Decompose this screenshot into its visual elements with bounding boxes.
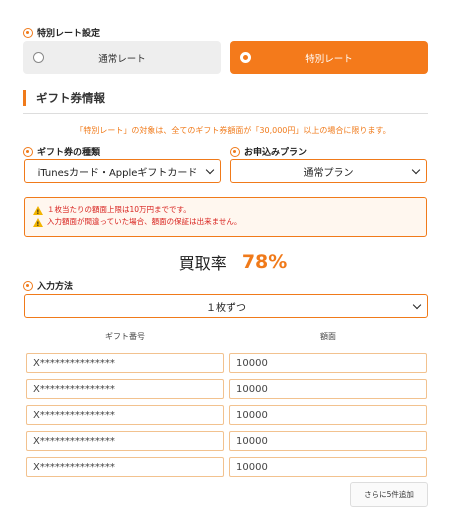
gift-info-heading: ギフト券情報 bbox=[23, 89, 105, 107]
plan-value: 通常プラン bbox=[303, 167, 354, 179]
add-five-rows-button[interactable]: さらに5件追加 bbox=[350, 482, 428, 507]
gift-info-heading-text: ギフト券情報 bbox=[36, 91, 105, 105]
gift-number-input[interactable]: X*************** bbox=[26, 353, 224, 373]
input-method-value: １枚ずつ bbox=[206, 302, 246, 314]
input-method-label: 入力方法 bbox=[23, 279, 73, 292]
special-rate-option-label: 特別レート bbox=[305, 53, 353, 65]
warning-icon bbox=[33, 205, 43, 219]
radio-dot-icon bbox=[23, 280, 33, 291]
amount-input[interactable]: 10000 bbox=[229, 431, 427, 451]
normal-rate-label: 通常レート bbox=[98, 53, 146, 65]
gift-type-label: ギフト券の種類 bbox=[23, 145, 100, 158]
purchase-rate-label: 買取率 bbox=[178, 254, 227, 273]
radio-unchecked-icon bbox=[33, 52, 44, 63]
radio-checked-icon bbox=[240, 52, 251, 63]
gift-number-input[interactable]: X*************** bbox=[26, 379, 224, 399]
heading-divider bbox=[23, 113, 428, 114]
purchase-rate-value: 78% bbox=[241, 251, 288, 273]
heading-accent-bar bbox=[23, 90, 26, 106]
chevron-down-icon bbox=[412, 300, 422, 310]
amount-input[interactable]: 10000 bbox=[229, 405, 427, 425]
amount-header: 額面 bbox=[320, 332, 336, 341]
special-rate-button[interactable]: 特別レート bbox=[230, 41, 428, 74]
amount-input[interactable]: 10000 bbox=[229, 457, 427, 477]
plan-label: お申込みプラン bbox=[230, 145, 307, 158]
warning-text: １枚当たりの額面上限は10万円までです。 bbox=[47, 205, 191, 214]
gift-number-input[interactable]: X*************** bbox=[26, 431, 224, 451]
gift-type-label-text: ギフト券の種類 bbox=[37, 148, 101, 158]
gift-type-select[interactable]: iTunesカード・Appleギフトカード bbox=[24, 159, 221, 183]
chevron-down-icon bbox=[205, 165, 215, 175]
radio-dot-icon bbox=[23, 146, 33, 157]
warning-line: １枚当たりの額面上限は10万円までです。 bbox=[33, 204, 418, 219]
input-method-label-text: 入力方法 bbox=[37, 282, 74, 292]
amount-input[interactable]: 10000 bbox=[229, 353, 427, 373]
gift-number-input[interactable]: X*************** bbox=[26, 457, 224, 477]
special-rate-label-text: 特別レート設定 bbox=[37, 29, 101, 39]
purchase-rate: 買取率 78% bbox=[0, 250, 466, 274]
amount-input[interactable]: 10000 bbox=[229, 379, 427, 399]
radio-dot-icon bbox=[230, 146, 240, 157]
warning-icon bbox=[33, 217, 43, 231]
radio-dot-icon bbox=[23, 27, 33, 38]
chevron-down-icon bbox=[411, 165, 421, 175]
special-rate-label: 特別レート設定 bbox=[23, 26, 100, 39]
gift-type-value: iTunesカード・Appleギフトカード bbox=[37, 167, 198, 179]
gift-number-header: ギフト番号 bbox=[105, 332, 145, 341]
normal-rate-button[interactable]: 通常レート bbox=[23, 41, 221, 74]
input-method-select[interactable]: １枚ずつ bbox=[24, 294, 428, 318]
plan-label-text: お申込みプラン bbox=[244, 148, 308, 158]
warning-line: 入力額面が間違っていた場合、額面の保証は出来ません。 bbox=[33, 216, 418, 231]
plan-select[interactable]: 通常プラン bbox=[230, 159, 427, 183]
warning-box: １枚当たりの額面上限は10万円までです。 入力額面が間違っていた場合、額面の保証… bbox=[24, 197, 427, 237]
warning-text: 入力額面が間違っていた場合、額面の保証は出来ません。 bbox=[47, 217, 242, 226]
gift-number-input[interactable]: X*************** bbox=[26, 405, 224, 425]
special-rate-notice: 「特別レート」の対象は、全てのギフト券額面が「30,000円」以上の場合に限りま… bbox=[75, 126, 391, 135]
